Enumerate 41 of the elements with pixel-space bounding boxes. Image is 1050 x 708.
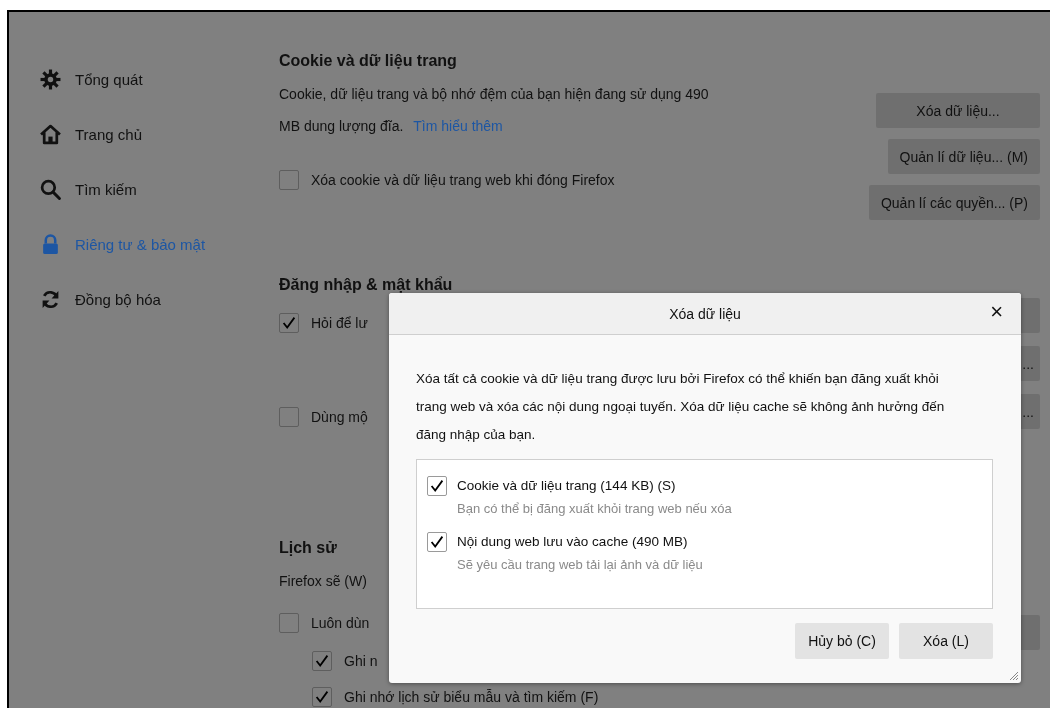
cancel-button[interactable]: Hủy bỏ (C) — [795, 623, 889, 659]
option-hint: Bạn có thể bị đăng xuất khỏi trang web nếu xóa — [457, 501, 732, 516]
sidebar-item[interactable]: Đồng bộ hóa — [40, 272, 279, 327]
history-mode-label: Firefox sẽ (W) — [279, 573, 367, 589]
usage-text: Cookie, dữ liệu trang và bộ nhớ đệm của bạn hiện đang sử dụng 490 MB dung lượng đĩa. Tìm hiểu thêm — [279, 85, 710, 136]
checkbox[interactable] — [312, 651, 332, 671]
option-label: Cookie và dữ liệu trang (144 KB) (S) — [457, 478, 677, 493]
checkbox[interactable] — [279, 170, 299, 190]
checkbox[interactable] — [279, 613, 299, 633]
resize-grip-icon[interactable] — [1007, 669, 1019, 681]
checkbox-label: Ghi n — [344, 653, 378, 669]
option-hint: Sẽ yêu cầu trang web tải lại ảnh và dữ liệu — [457, 557, 703, 572]
gear-icon — [40, 69, 61, 90]
checkbox[interactable] — [279, 313, 299, 333]
checkbox-label: Xóa cookie và dữ liệu trang web khi đóng Firefox — [311, 172, 615, 188]
action-button[interactable]: Quản lí dữ liệu... (M) — [887, 139, 1040, 174]
checkbox-label: Ghi nhớ lịch sử biểu mẫu và tìm kiếm (F) — [344, 689, 599, 705]
action-button[interactable]: Quản lí các quyền... (P) — [868, 185, 1040, 220]
search-icon — [40, 179, 61, 200]
checkbox-label: Dùng mộ — [311, 409, 368, 425]
section-heading: Cookie và dữ liệu trang — [279, 51, 457, 71]
dialog-title: Xóa dữ liệu — [669, 305, 741, 322]
lock-icon — [40, 234, 61, 255]
sync-icon — [40, 289, 61, 310]
checkbox[interactable] — [312, 687, 332, 707]
section-heading: Đăng nhập & mật khẩu — [279, 275, 453, 295]
sidebar-item[interactable]: Tìm kiếm — [40, 162, 279, 217]
checkbox[interactable] — [427, 476, 447, 496]
section-heading: Lịch sử — [279, 538, 337, 558]
checkbox-label: Hỏi để lư — [311, 315, 368, 331]
checkbox[interactable] — [279, 407, 299, 427]
close-button[interactable]: × — [988, 301, 1005, 323]
dialog-message: Xóa tất cả cookie và dữ liệu trang được lưu bởi Firefox có thể khiến bạn đăng xuất khỏi trang web và xóa các nội dung ngoại tuyến. Xóa dữ liệu cache sẽ không ảnh hưởng đến đăng nhập của bạn. — [416, 370, 946, 444]
action-button[interactable]: Xóa dữ liệu... — [876, 93, 1040, 128]
sidebar-item[interactable]: Tổng quát — [40, 52, 279, 107]
home-icon — [40, 124, 61, 145]
sidebar-item[interactable]: Trang chủ — [40, 107, 279, 162]
option-label: Nội dung web lưu vào cache (490 MB) — [457, 534, 689, 549]
checkbox[interactable] — [427, 532, 447, 552]
clear-button[interactable]: Xóa (L) — [899, 623, 993, 659]
checkbox-label: Luôn dùn — [311, 615, 370, 631]
